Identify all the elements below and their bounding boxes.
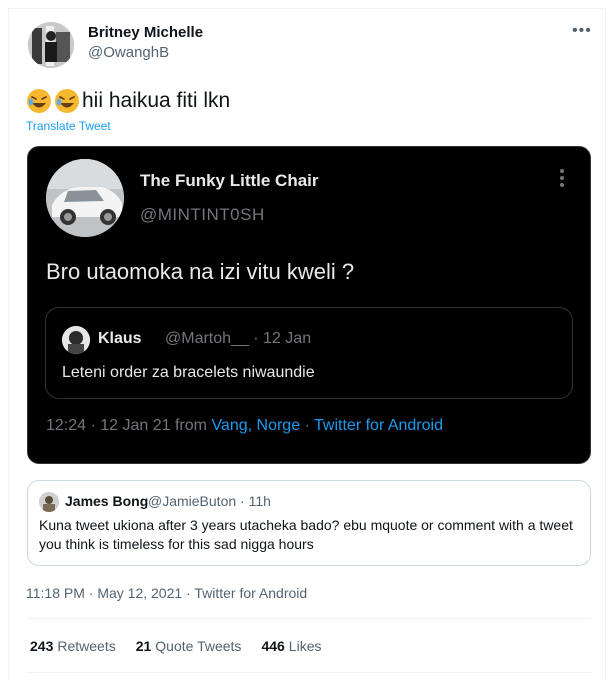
likes-label: Likes	[288, 638, 322, 654]
quoted-author-name: James Bong	[65, 493, 149, 509]
author-name[interactable]: Britney Michelle	[88, 24, 203, 41]
embedded-author-handle: @MINTINT0SH	[140, 205, 265, 224]
rolling-on-floor-laughing-emoji	[55, 89, 79, 113]
inner-quote-avatar	[62, 326, 90, 354]
tweet-body: hii haikua fiti lkn	[82, 89, 231, 112]
author-avatar[interactable]	[28, 22, 74, 68]
quoted-tweet-card[interactable]: James Bong @JamieButon · 11h Kuna tweet …	[27, 480, 591, 566]
quoted-tweet-text: Kuna tweet ukiona after 3 years utacheka…	[39, 517, 573, 552]
retweets-count: 243	[30, 638, 54, 654]
retweets-label: Retweets	[57, 638, 116, 654]
divider	[26, 618, 591, 619]
divider	[26, 672, 591, 673]
embedded-tweet-text: Bro utaomoka na izi vitu kweli ?	[46, 259, 355, 284]
retweets-stat[interactable]: 243 Retweets	[30, 638, 116, 654]
quote-tweets-label: Quote Tweets	[155, 638, 242, 654]
likes-count: 446	[261, 638, 285, 654]
translate-tweet-link[interactable]: Translate Tweet	[26, 119, 111, 133]
embedded-meta-separator: ·	[300, 417, 315, 434]
more-options-icon[interactable]: •••	[572, 23, 592, 39]
embedded-meta-time: 12:24 · 12 Jan 21 from	[46, 417, 212, 434]
embedded-author-name: The Funky Little Chair	[140, 171, 319, 190]
inner-quoted-tweet: Klaus @Martoh__ · 12 Jan Leteni order za…	[45, 307, 573, 399]
embedded-meta-source: Twitter for Android	[314, 417, 443, 434]
embedded-meta-location: Vang, Norge	[211, 417, 301, 434]
likes-stat[interactable]: 446 Likes	[261, 638, 321, 654]
embedded-tweet-meta: 12:24 · 12 Jan 21 from Vang, Norge · Twi…	[46, 417, 443, 435]
embedded-more-icon	[560, 169, 566, 190]
quoted-author-avatar	[39, 492, 59, 512]
inner-quote-text: Leteni order za bracelets niwaundie	[62, 364, 315, 381]
quote-tweets-count: 21	[135, 638, 152, 654]
tweet-timestamp[interactable]: 11:18 PM · May 12, 2021 · Twitter for An…	[26, 585, 307, 601]
embedded-tweet-screenshot[interactable]: The Funky Little Chair @MINTINT0SH Bro u…	[27, 146, 591, 464]
quote-tweets-stat[interactable]: 21 Quote Tweets	[136, 638, 242, 654]
inner-quote-handle: @Martoh__ · 12 Jan	[165, 330, 312, 347]
rolling-on-floor-laughing-emoji	[27, 89, 51, 113]
quoted-author-handle: @JamieButon · 11h	[148, 493, 271, 509]
embedded-author-avatar	[46, 159, 124, 237]
author-handle[interactable]: @OwanghB	[88, 44, 169, 61]
engagement-stats: 243 Retweets 21 Quote Tweets 446 Likes	[30, 638, 321, 654]
tweet-text: hii haikua fiti lkn	[26, 88, 230, 114]
inner-quote-name: Klaus	[98, 330, 142, 347]
